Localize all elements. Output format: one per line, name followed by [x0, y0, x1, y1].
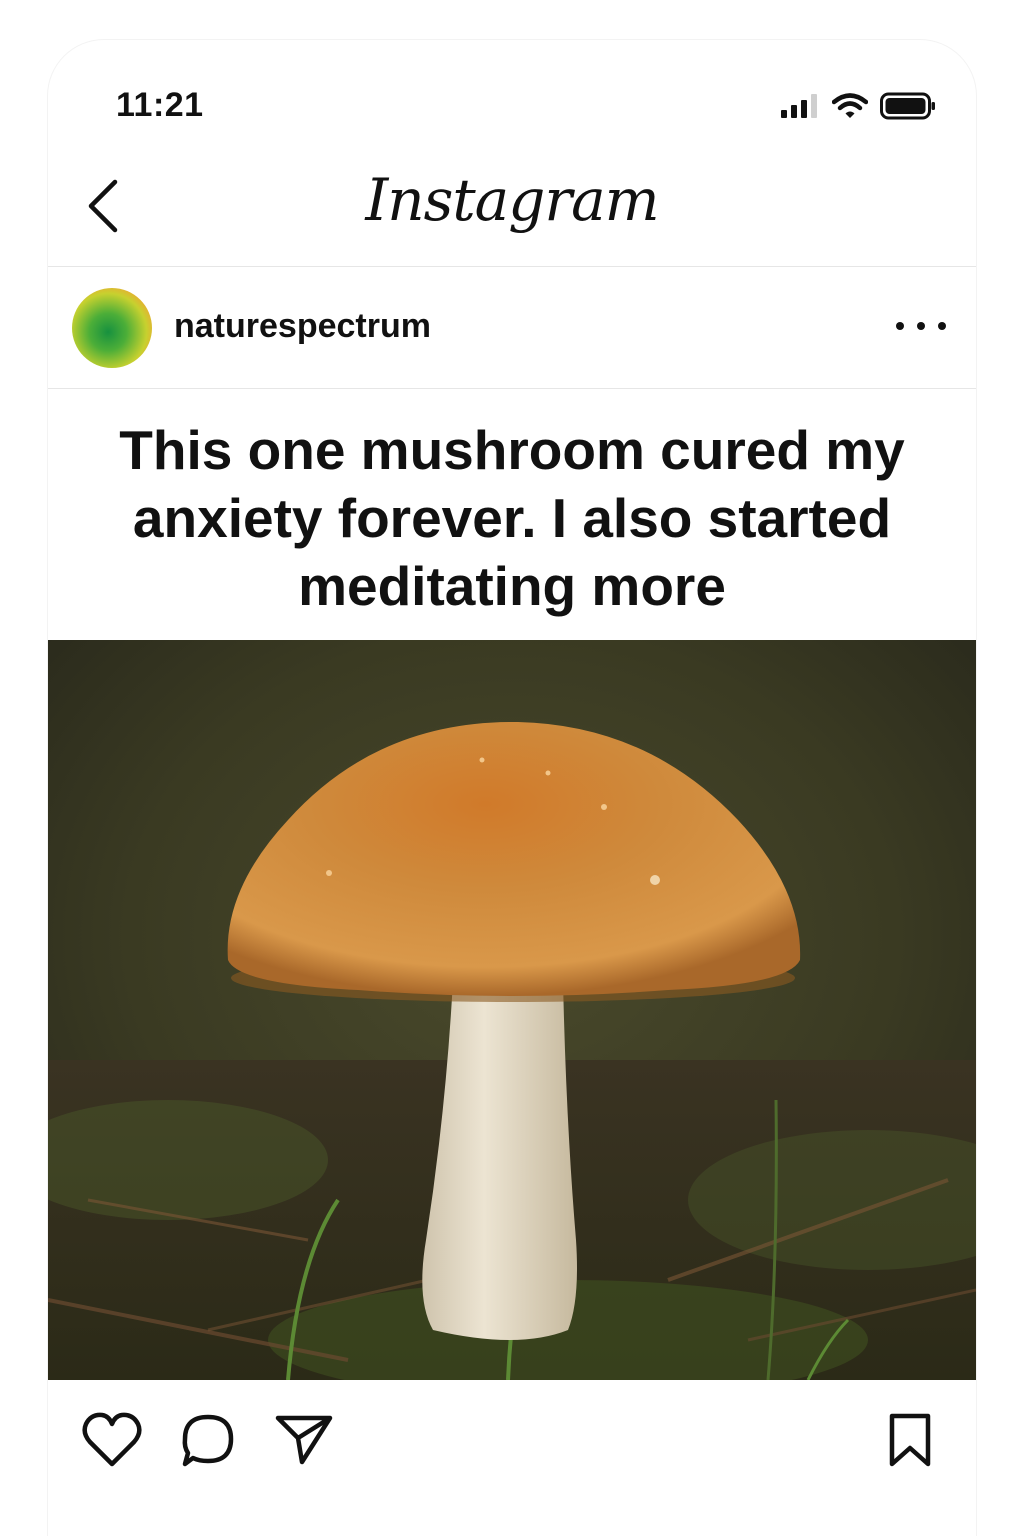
status-bar: 11:21 — [48, 40, 976, 150]
comment-button[interactable] — [176, 1410, 240, 1474]
more-options-button[interactable] — [896, 311, 946, 341]
post-username[interactable]: naturespectrum — [174, 307, 431, 346]
comment-icon — [179, 1411, 237, 1474]
heart-icon — [82, 1412, 142, 1473]
nav-header: Instagram — [48, 150, 976, 267]
post-header: naturespectrum — [48, 267, 976, 389]
share-button[interactable] — [272, 1410, 336, 1474]
more-dot — [938, 322, 946, 330]
mushroom-photo — [48, 640, 976, 1380]
post-actions — [48, 1380, 976, 1500]
signal-icon — [780, 93, 820, 124]
status-icons — [780, 92, 936, 125]
more-dot — [917, 322, 925, 330]
wifi-icon — [831, 92, 869, 125]
like-button[interactable] — [80, 1410, 144, 1474]
avatar[interactable] — [72, 288, 152, 368]
post-image[interactable] — [48, 640, 976, 1380]
status-time: 11:21 — [116, 86, 204, 124]
share-icon — [274, 1412, 334, 1473]
post-caption: This one mushroom cured my anxiety forev… — [119, 419, 905, 617]
bookmark-icon — [887, 1412, 933, 1473]
more-dot — [896, 322, 904, 330]
battery-icon — [880, 92, 936, 125]
phone-screen: 11:21 Instagram naturespectrum This one … — [48, 40, 976, 1536]
save-button[interactable] — [878, 1410, 942, 1474]
app-logo-title: Instagram — [365, 166, 659, 234]
